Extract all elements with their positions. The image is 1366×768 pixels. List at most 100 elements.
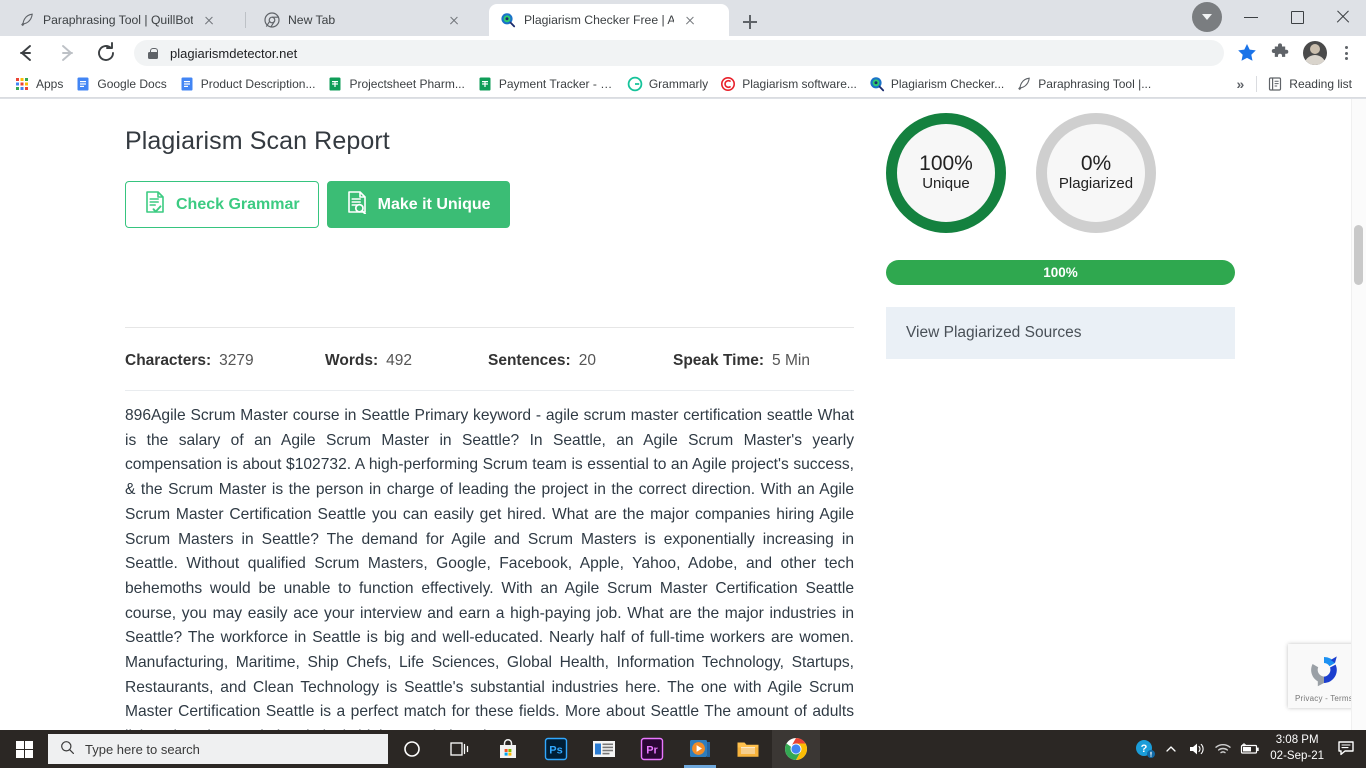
button-row-underline [125,327,854,328]
check-grammar-button[interactable]: Check Grammar [125,181,319,228]
start-button[interactable] [0,730,48,768]
stat-value: 3279 [219,352,254,369]
bookmark-grammarly[interactable]: Grammarly [621,73,714,95]
reading-list-button[interactable]: Reading list [1261,73,1358,95]
progress-value: 100% [1043,265,1078,280]
show-hidden-icons-chevron-up-icon[interactable] [1158,730,1184,768]
view-plagiarized-sources-panel[interactable]: View Plagiarized Sources [886,307,1235,359]
reload-icon[interactable] [90,37,122,69]
google-docs-icon [75,76,91,92]
bookmark-payment-tracker[interactable]: Payment Tracker - R... [471,73,621,95]
stat-value: 492 [386,352,412,369]
close-window-button[interactable] [1320,0,1366,34]
make-it-unique-button[interactable]: Make it Unique [326,181,510,228]
recaptcha-badge[interactable]: Privacy - Terms [1288,644,1360,708]
bookmarks-bar: Apps Google Docs Product Description... … [0,70,1366,98]
scrollbar-thumb[interactable] [1354,225,1363,285]
maximize-button[interactable] [1274,0,1320,34]
chrome-icon [264,12,280,28]
stat-words: Words: 492 [325,352,488,370]
tab-title: Plagiarism Checker Free | Accurat [524,13,674,27]
minimize-button[interactable] [1228,0,1274,34]
stat-characters: Characters: 3279 [125,352,325,370]
bookmarks-overflow-icon[interactable]: » [1229,76,1253,92]
document-stats: Characters: 3279 Words: 492 Sentences: 2… [125,352,810,370]
chrome-menu-icon[interactable] [1332,39,1360,67]
quill-icon [1016,76,1032,92]
help-notification-icon[interactable]: ? [1132,730,1158,768]
recaptcha-icon [1305,651,1343,694]
stat-speak-time: Speak Time: 5 Min [673,352,810,370]
profile-chevron-icon[interactable] [1192,2,1222,32]
bookmark-product-description[interactable]: Product Description... [173,73,322,95]
stat-label: Characters: [125,352,212,369]
svg-text:Ps: Ps [549,745,562,757]
svg-text:?: ? [1141,743,1148,755]
system-tray: ? 3:08 PM 02-Sep-21 [1132,730,1366,768]
bookmark-label: Plagiarism software... [742,76,857,91]
stat-label: Words: [325,352,379,369]
taskbar-file-explorer-icon[interactable] [724,730,772,768]
taskbar-search-placeholder: Type here to search [85,741,200,757]
action-button-row: Check Grammar Make it Unique [125,181,510,228]
plagiarized-label: Plagiarized [1058,175,1134,193]
tab-title: Paraphrasing Tool | QuillBot AI [43,13,193,27]
new-tab-button[interactable] [736,8,764,36]
plagiarized-gauge: 0% Plagiarized [1036,113,1156,263]
back-icon[interactable] [10,37,42,69]
windows-logo-icon [15,740,33,758]
extensions-puzzle-icon[interactable] [1267,39,1295,67]
address-bar[interactable]: plagiarismdetector.net [134,40,1224,66]
action-center-icon[interactable] [1332,730,1362,768]
document-search-icon [346,190,368,219]
taskbar-premiere-pro-icon[interactable]: Pr [628,730,676,768]
bookmark-projectsheet-pharm[interactable]: Projectsheet Pharm... [321,73,470,95]
reading-list-label: Reading list [1289,76,1352,91]
lock-icon [146,46,160,60]
browser-tab-plagiarism-checker[interactable]: Plagiarism Checker Free | Accurat [489,4,729,36]
browser-tab-new-tab[interactable]: New Tab [253,4,483,36]
close-icon[interactable] [682,12,698,28]
volume-icon[interactable] [1184,730,1210,768]
taskbar-microsoft-store-icon[interactable] [484,730,532,768]
bookmark-label: Apps [36,76,64,91]
taskbar-search-box[interactable]: Type here to search [48,734,388,764]
page-scrollbar[interactable] [1351,99,1366,730]
bookmark-star-icon[interactable] [1233,39,1261,67]
google-docs-icon [179,76,195,92]
taskbar-news-icon[interactable] [580,730,628,768]
bookmark-label: Plagiarism Checker... [890,76,1005,91]
taskbar-photoshop-icon[interactable]: Ps [532,730,580,768]
make-it-unique-label: Make it Unique [377,195,491,213]
bookmark-label: Paraphrasing Tool |... [1038,76,1152,91]
stat-label: Sentences: [488,352,571,369]
plagiarized-percent: 0% [1080,151,1112,175]
taskbar-task-view-icon[interactable] [436,730,484,768]
bookmark-google-docs[interactable]: Google Docs [69,73,172,95]
battery-charging-icon[interactable] [1236,730,1262,768]
close-icon[interactable] [446,12,462,28]
bookmark-plagiarism-checker[interactable]: Plagiarism Checker... [863,73,1010,95]
bookmark-paraphrasing-tool[interactable]: Paraphrasing Tool |... [1010,73,1157,95]
clock-time: 3:08 PM [1275,734,1319,747]
close-icon[interactable] [201,12,217,28]
bookmark-plagiarism-software[interactable]: Plagiarism software... [714,73,863,95]
quill-icon [19,12,35,28]
taskbar-cortana-icon[interactable] [388,730,436,768]
bookmark-apps[interactable]: Apps [8,73,69,95]
svg-text:Pr: Pr [646,745,658,757]
window-controls [1192,0,1366,34]
page-title: Plagiarism Scan Report [125,127,390,155]
recaptcha-privacy-terms[interactable]: Privacy - Terms [1295,694,1353,703]
wifi-icon[interactable] [1210,730,1236,768]
taskbar-clock[interactable]: 3:08 PM 02-Sep-21 [1262,733,1332,764]
forward-icon[interactable] [50,37,82,69]
view-sources-label: View Plagiarized Sources [906,324,1082,341]
grammarly-icon [627,76,643,92]
google-sheets-icon [477,76,493,92]
avatar[interactable] [1301,39,1329,67]
tab-separator [245,12,246,28]
taskbar-media-player-icon[interactable] [676,730,724,768]
taskbar-chrome-icon[interactable] [772,730,820,768]
browser-tab-quillbot[interactable]: Paraphrasing Tool | QuillBot AI [8,4,238,36]
